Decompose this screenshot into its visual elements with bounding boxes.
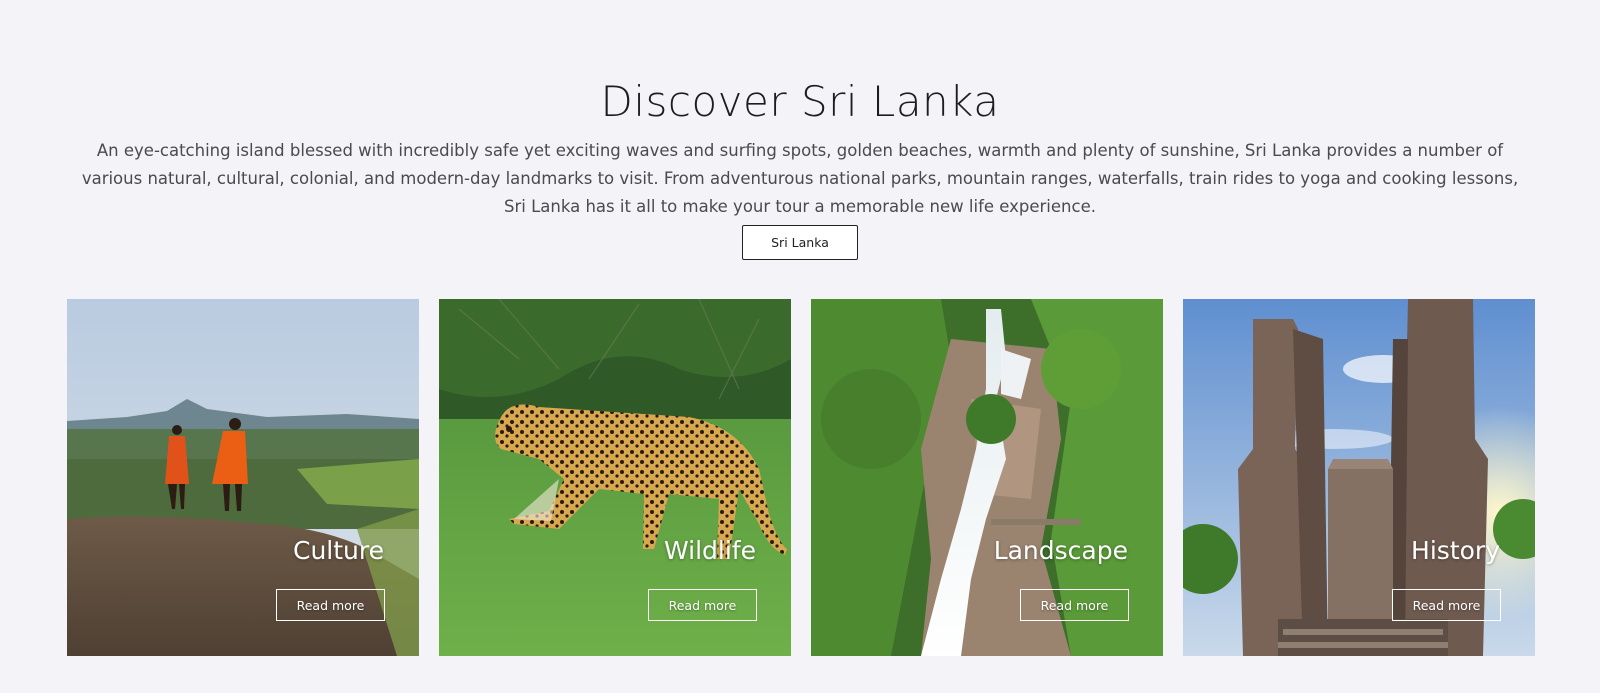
card-history[interactable]: History Read more [1183,299,1535,656]
read-more-culture-button[interactable]: Read more [276,589,385,621]
discover-sri-lanka-section: Discover Sri Lanka An eye-catching islan… [0,0,1600,693]
card-title-wildlife: Wildlife [663,536,756,565]
card-title-culture: Culture [292,536,384,565]
read-more-history-button[interactable]: Read more [1392,589,1501,621]
card-culture[interactable]: Culture Read more [67,299,419,656]
card-wildlife[interactable]: Wildlife Read more [439,299,791,656]
read-more-wildlife-button[interactable]: Read more [648,589,757,621]
card-title-landscape: Landscape [993,536,1128,565]
page-title: Discover Sri Lanka [600,77,1000,127]
intro-paragraph: An eye-catching island blessed with incr… [81,140,1519,216]
card-landscape[interactable]: Landscape Read more [811,299,1163,656]
card-title-history: History [1411,536,1500,565]
category-cards: Culture Read more Wildlife Read more Lan… [67,299,1535,656]
sri-lanka-button[interactable]: Sri Lanka [742,225,858,260]
read-more-landscape-button[interactable]: Read more [1020,589,1129,621]
